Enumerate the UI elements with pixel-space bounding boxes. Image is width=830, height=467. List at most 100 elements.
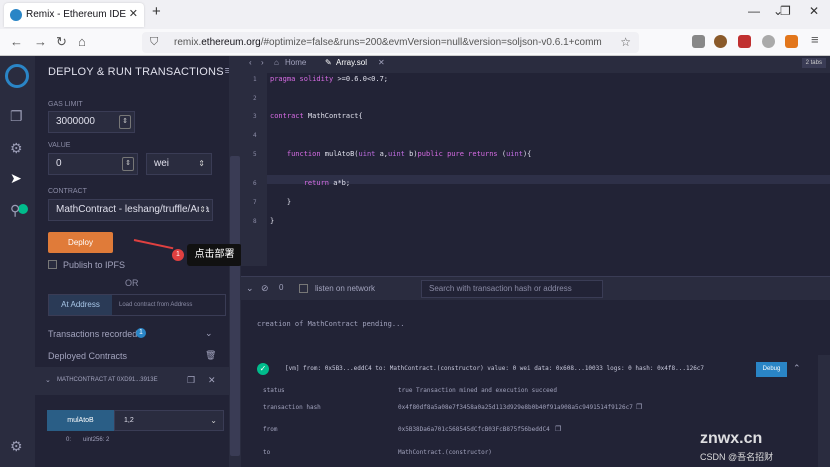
value-amount: 0 (56, 158, 62, 169)
contract-label: CONTRACT (48, 188, 87, 195)
back-icon[interactable]: ← (10, 34, 23, 49)
deployed-instance-header[interactable]: ⌄ MATHCONTRACT AT 0XD91...3913E ❐ ✕ (35, 367, 230, 395)
browser-tab-title: Remix - Ethereum IDE (26, 9, 127, 20)
tx-recorded-label[interactable]: Transactions recorded (48, 329, 137, 339)
browser-window: Remix - Ethereum IDE ✕ + ⌄ — ❐ ✕ ← → ↻ ⌂… (0, 0, 830, 467)
watermark-credit: CSDN @吾名招财 (700, 452, 774, 462)
terminal-toolbar: ⌄ ⊘ 0 listen on network Search with tran… (241, 276, 830, 300)
home-tab-icon[interactable]: ⌂ (274, 58, 279, 67)
collapse-icon[interactable]: ⌄ (246, 283, 254, 294)
tx-row-key: status (263, 387, 285, 394)
listen-network-label: listen on network (315, 284, 376, 293)
file-explorer-icon[interactable]: ❐ (10, 108, 23, 125)
pocket-icon[interactable] (692, 35, 705, 48)
at-address-button[interactable]: At Address (49, 295, 112, 315)
tx-summary[interactable]: [vm] from: 0x5B3...eddC4 to: MathContrac… (285, 365, 704, 372)
tabs-count-badge[interactable]: 2 tabs (801, 58, 826, 68)
terminal-search-input[interactable]: Search with transaction hash or address (421, 280, 603, 298)
code-line[interactable]: pragma solidity >=0.6.0<0.7; (270, 75, 388, 83)
chevron-down-icon[interactable]: ⌄ (205, 328, 213, 339)
function-args-input[interactable]: 1,2 ⌄ (114, 410, 224, 431)
editor-tabs: ‹ › ⌂ Home ✎ Array.sol ✕ 2 tabs (241, 56, 830, 73)
minimize-icon[interactable]: — (748, 4, 760, 18)
value-unit-select[interactable]: wei ⇕ (146, 153, 212, 175)
terminal-scrollbar[interactable] (818, 355, 830, 467)
chevron-down-icon: ⇕ (198, 159, 205, 168)
remix-logo-icon[interactable] (5, 64, 29, 88)
load-contract-input[interactable]: Load contract from Address (119, 295, 192, 315)
file-tab-icon: ✎ (325, 58, 332, 67)
gas-limit-value: 3000000 (56, 116, 95, 127)
new-tab-icon[interactable]: + (152, 3, 161, 20)
url-bar[interactable]: ⛉ remix.ethereum.org/#optimize=false&run… (142, 32, 639, 53)
tx-row-value: MathContract.(constructor) (398, 449, 492, 456)
code-line[interactable]: return a*b; (270, 179, 350, 187)
gas-limit-label: GAS LIMIT (48, 101, 83, 108)
settings-gear-icon[interactable]: ⚙ (10, 438, 23, 455)
bookmark-star-icon[interactable]: ☆ (620, 32, 631, 53)
next-tab-icon[interactable]: › (261, 58, 264, 67)
debug-button[interactable]: Debug (756, 362, 787, 377)
code-line[interactable]: } (270, 198, 291, 206)
tx-row-value: true Transaction mined and execution suc… (398, 387, 557, 394)
deploy-button[interactable]: Deploy (48, 232, 113, 253)
tab-home[interactable]: Home (285, 58, 306, 67)
close-window-icon[interactable]: ✕ (809, 4, 819, 18)
value-stepper[interactable]: ⇕ (122, 157, 134, 171)
current-line-highlight (267, 175, 830, 184)
code-line[interactable]: contract MathContract{ (270, 112, 363, 120)
close-tab-icon[interactable]: ✕ (378, 58, 385, 67)
browser-tab[interactable]: Remix - Ethereum IDE ✕ (4, 3, 144, 27)
restore-icon[interactable]: ❐ (780, 4, 791, 18)
value-unit: wei (154, 158, 170, 169)
line-number: 5 (253, 151, 257, 158)
at-address-group: At Address Load contract from Address (48, 294, 226, 316)
tab-array-sol[interactable]: Array.sol (336, 58, 367, 67)
url-path: /#optimize=false&runs=200&evmVersion=nul… (260, 37, 602, 48)
prev-tab-icon[interactable]: ‹ (249, 58, 252, 67)
url-host: ethereum.org (201, 37, 261, 48)
gas-limit-stepper[interactable]: ⇕ (119, 115, 131, 129)
chevron-down-icon[interactable]: ⌄ (45, 376, 51, 384)
metamask-icon[interactable] (785, 35, 798, 48)
close-icon[interactable]: ✕ (208, 375, 216, 386)
extension-icon[interactable] (714, 35, 727, 48)
gas-limit-input[interactable]: 3000000 ⇕ (48, 111, 135, 133)
copy-icon[interactable]: ❐ (555, 425, 561, 433)
listen-network-checkbox[interactable] (299, 284, 308, 293)
pending-count: 0 (279, 283, 284, 292)
plugin-manager-icon[interactable]: ⚲ (10, 202, 20, 219)
chevron-up-icon[interactable]: ⌃ (793, 363, 801, 374)
compiler-icon[interactable]: ⚙ (10, 140, 23, 157)
function-button-mulatob[interactable]: mulAtoB (47, 410, 114, 431)
value-input[interactable]: 0 ⇕ (48, 153, 138, 175)
line-number: 8 (253, 218, 257, 225)
contract-select[interactable]: MathContract - leshang/truffle/Arra ⇕ (48, 199, 213, 221)
copy-icon[interactable]: ❐ (636, 403, 642, 411)
trash-icon[interactable]: 🗑 (205, 350, 216, 361)
annotation-label: 点击部署 (187, 244, 242, 266)
home-icon[interactable]: ⌂ (78, 34, 86, 49)
deployed-contracts-label: Deployed Contracts (48, 351, 128, 361)
close-tab-icon[interactable]: ✕ (129, 7, 138, 20)
line-number: 2 (253, 95, 257, 102)
extension-red-icon[interactable] (738, 35, 751, 48)
reload-icon[interactable]: ↻ (56, 34, 67, 50)
deploy-run-icon[interactable]: ➤ (10, 170, 22, 187)
forward-icon[interactable]: → (34, 34, 47, 49)
publish-ipfs-label: Publish to IPFS (63, 260, 126, 270)
line-number: 7 (253, 199, 257, 206)
code-line[interactable]: } (270, 217, 274, 225)
chevron-down-icon[interactable]: ⌄ (210, 411, 217, 430)
extension-gray-icon[interactable] (762, 35, 775, 48)
tx-row-key: to (263, 449, 271, 456)
menu-icon[interactable]: ≡ (811, 32, 819, 47)
publish-ipfs-checkbox[interactable] (48, 260, 57, 269)
panel-title: DEPLOY & RUN TRANSACTIONS (48, 66, 224, 78)
copy-icon[interactable]: ❐ (187, 375, 195, 386)
or-divider: OR (125, 278, 139, 288)
browser-navbar: ← → ↻ ⌂ ⛉ remix.ethereum.org/#optimize=f… (0, 29, 830, 56)
clear-icon[interactable]: ⊘ (261, 283, 269, 294)
panel-scroll-thumb[interactable] (230, 156, 240, 456)
code-line[interactable]: function mulAtoB(uint a,uint b)public pu… (270, 150, 532, 158)
